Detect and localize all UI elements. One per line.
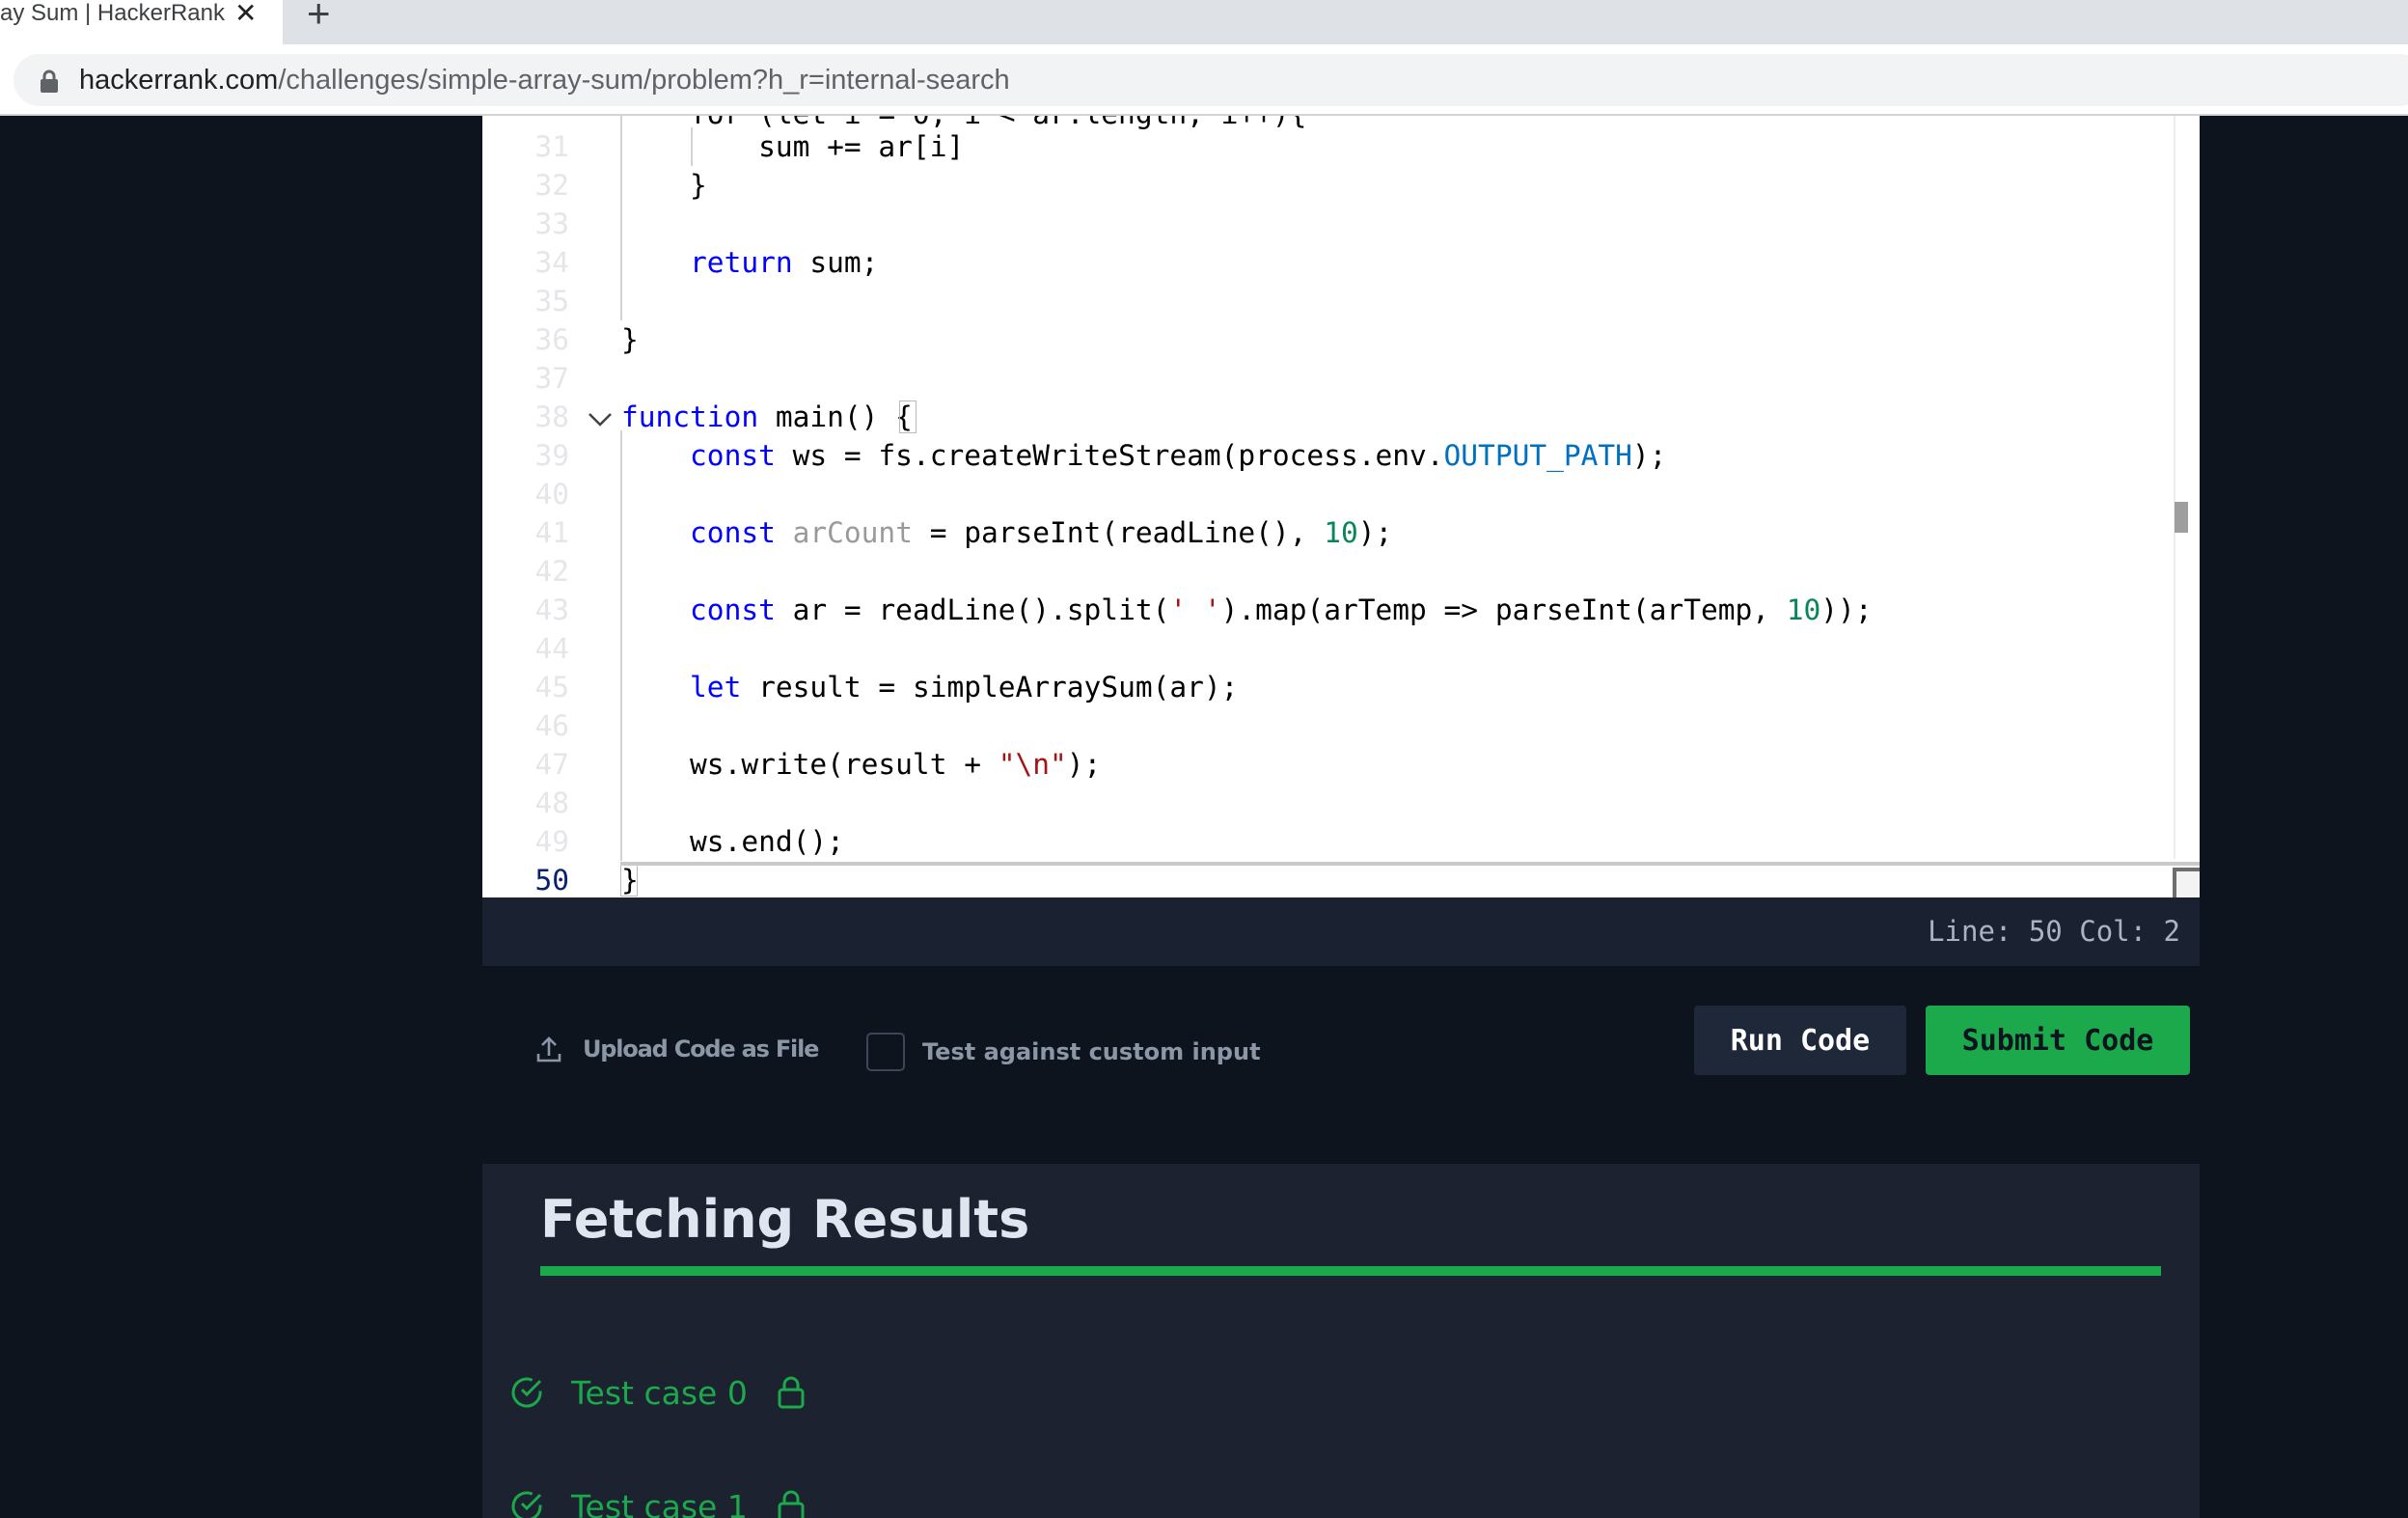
results-title: Fetching Results bbox=[540, 1189, 1030, 1250]
browser-tab[interactable]: ay Sum | HackerRank ✕ bbox=[0, 0, 283, 44]
line-number: 42 bbox=[534, 555, 569, 588]
code-editor[interactable]: for (let i = 0; i < ar.length; i++){ 31 … bbox=[482, 116, 2200, 897]
scrollbar-corner bbox=[2173, 868, 2200, 897]
line-number: 38 bbox=[534, 400, 569, 433]
line-number: 33 bbox=[534, 207, 569, 240]
code-text: ws.write(result + "\n"); bbox=[621, 748, 1102, 781]
bracket-match-highlight bbox=[899, 400, 917, 433]
tab-close-icon[interactable]: ✕ bbox=[234, 0, 257, 27]
code-text: } bbox=[621, 323, 639, 356]
custom-input-toggle[interactable]: Test against custom input bbox=[866, 1033, 1261, 1071]
check-circle-icon bbox=[511, 1491, 542, 1518]
line-number: 40 bbox=[534, 478, 569, 511]
line-number: 39 bbox=[534, 439, 569, 472]
line-number: 43 bbox=[534, 593, 569, 626]
code-line[interactable]: 37 bbox=[482, 359, 2200, 398]
custom-input-label: Test against custom input bbox=[922, 1038, 1261, 1065]
code-line[interactable]: 46 bbox=[482, 706, 2200, 745]
code-line[interactable]: 41 const arCount = parseInt(readLine(), … bbox=[482, 513, 2200, 552]
padlock-icon bbox=[778, 1376, 805, 1409]
code-text: sum += ar[i] bbox=[621, 130, 965, 163]
line-number: 35 bbox=[534, 285, 569, 317]
code-text: let result = simpleArraySum(ar); bbox=[690, 671, 1239, 704]
line-number: 36 bbox=[534, 323, 569, 356]
test-case-item[interactable]: Test case 1 bbox=[509, 1482, 806, 1518]
url-host: hackerrank.com bbox=[79, 65, 279, 96]
test-case-label: Test case 0 bbox=[571, 1373, 748, 1412]
code-text: function main() { bbox=[621, 400, 913, 433]
line-number: 50 bbox=[534, 864, 569, 897]
test-case-item[interactable]: Test case 0 bbox=[509, 1368, 806, 1417]
code-line[interactable]: 36} bbox=[482, 320, 2200, 359]
submit-code-button[interactable]: Submit Code bbox=[1926, 1006, 2190, 1075]
results-progress-fill bbox=[540, 1266, 2161, 1276]
browser-toolbar: hackerrank.com/challenges/simple-array-s… bbox=[0, 44, 2408, 116]
code-line[interactable]: 47 ws.write(result + "\n"); bbox=[482, 745, 2200, 784]
indent-guide bbox=[691, 127, 693, 166]
line-number: 37 bbox=[534, 362, 569, 395]
code-line[interactable]: 45 let result = simpleArraySum(ar); bbox=[482, 668, 2200, 706]
upload-code-label: Upload Code as File bbox=[583, 1035, 819, 1063]
upload-code-button[interactable]: Upload Code as File bbox=[536, 1033, 819, 1065]
code-line[interactable]: 33 bbox=[482, 205, 2200, 243]
line-number: 31 bbox=[534, 130, 569, 163]
address-bar[interactable]: hackerrank.com/challenges/simple-array-s… bbox=[14, 54, 2408, 106]
code-line[interactable]: 44 bbox=[482, 629, 2200, 668]
url-path: /challenges/simple-array-sum/problem?h_r… bbox=[278, 65, 1010, 96]
code-line[interactable]: 38 function main() { bbox=[482, 398, 2200, 436]
line-number: 34 bbox=[534, 246, 569, 279]
line-number: 46 bbox=[534, 709, 569, 742]
line-number: 49 bbox=[534, 825, 569, 858]
results-panel: Fetching Results Test case 0 Test case 1 bbox=[482, 1164, 2200, 1518]
code-line[interactable]: 34 return sum; bbox=[482, 243, 2200, 282]
browser-tab-strip: ay Sum | HackerRank ✕ + bbox=[0, 0, 2408, 44]
line-number: 45 bbox=[534, 671, 569, 704]
chevron-down-icon[interactable] bbox=[587, 406, 614, 433]
run-code-button[interactable]: Run Code bbox=[1694, 1006, 1906, 1075]
indent-guide bbox=[620, 116, 622, 320]
overview-ruler bbox=[2174, 116, 2175, 859]
code-line[interactable]: 31 sum += ar[i] bbox=[482, 127, 2200, 166]
code-line[interactable]: 39 const ws = fs.createWriteStream(proce… bbox=[482, 436, 2200, 475]
line-number: 32 bbox=[534, 169, 569, 202]
code-line[interactable]: 49 ws.end(); bbox=[482, 822, 2200, 861]
line-number: 44 bbox=[534, 632, 569, 665]
editor-status-bar: Line: 50 Col: 2 bbox=[482, 897, 2200, 966]
code-line[interactable]: 48 bbox=[482, 784, 2200, 822]
test-case-label: Test case 1 bbox=[571, 1487, 748, 1518]
padlock-icon bbox=[778, 1490, 805, 1518]
code-line[interactable]: 35 bbox=[482, 282, 2200, 320]
code-line[interactable]: 32 } bbox=[482, 166, 2200, 205]
custom-input-checkbox[interactable] bbox=[866, 1033, 905, 1071]
horizontal-scrollbar[interactable] bbox=[620, 862, 2200, 866]
new-tab-icon[interactable]: + bbox=[307, 0, 331, 34]
check-circle-icon bbox=[511, 1377, 542, 1408]
code-line[interactable]: 50} bbox=[482, 861, 2200, 897]
lock-icon[interactable] bbox=[39, 69, 60, 93]
code-text: } bbox=[621, 169, 707, 202]
line-number: 48 bbox=[534, 787, 569, 819]
code-line[interactable]: 40 bbox=[482, 475, 2200, 513]
cursor-position: Line: 50 Col: 2 bbox=[1928, 915, 2180, 948]
code-line[interactable]: 42 bbox=[482, 552, 2200, 591]
code-text: return sum; bbox=[690, 246, 879, 279]
results-progress-bar bbox=[540, 1266, 2161, 1276]
upload-icon bbox=[536, 1036, 561, 1063]
tab-title: ay Sum | HackerRank bbox=[0, 0, 225, 26]
line-number: 41 bbox=[534, 516, 569, 549]
line-number: 47 bbox=[534, 748, 569, 781]
code-text: const ar = readLine().split(' ').map(arT… bbox=[690, 593, 1873, 626]
url-text[interactable]: hackerrank.com/challenges/simple-array-s… bbox=[79, 66, 1010, 95]
code-text: ws.end(); bbox=[621, 825, 844, 858]
bracket-match-highlight bbox=[620, 864, 638, 897]
code-text: const arCount = parseInt(readLine(), 10)… bbox=[690, 516, 1393, 549]
code-text: const ws = fs.createWriteStream(process.… bbox=[690, 439, 1667, 472]
code-line[interactable]: 43 const ar = readLine().split(' ').map(… bbox=[482, 591, 2200, 629]
indent-guide bbox=[620, 430, 622, 861]
vertical-scrollbar-thumb[interactable] bbox=[2175, 502, 2188, 533]
